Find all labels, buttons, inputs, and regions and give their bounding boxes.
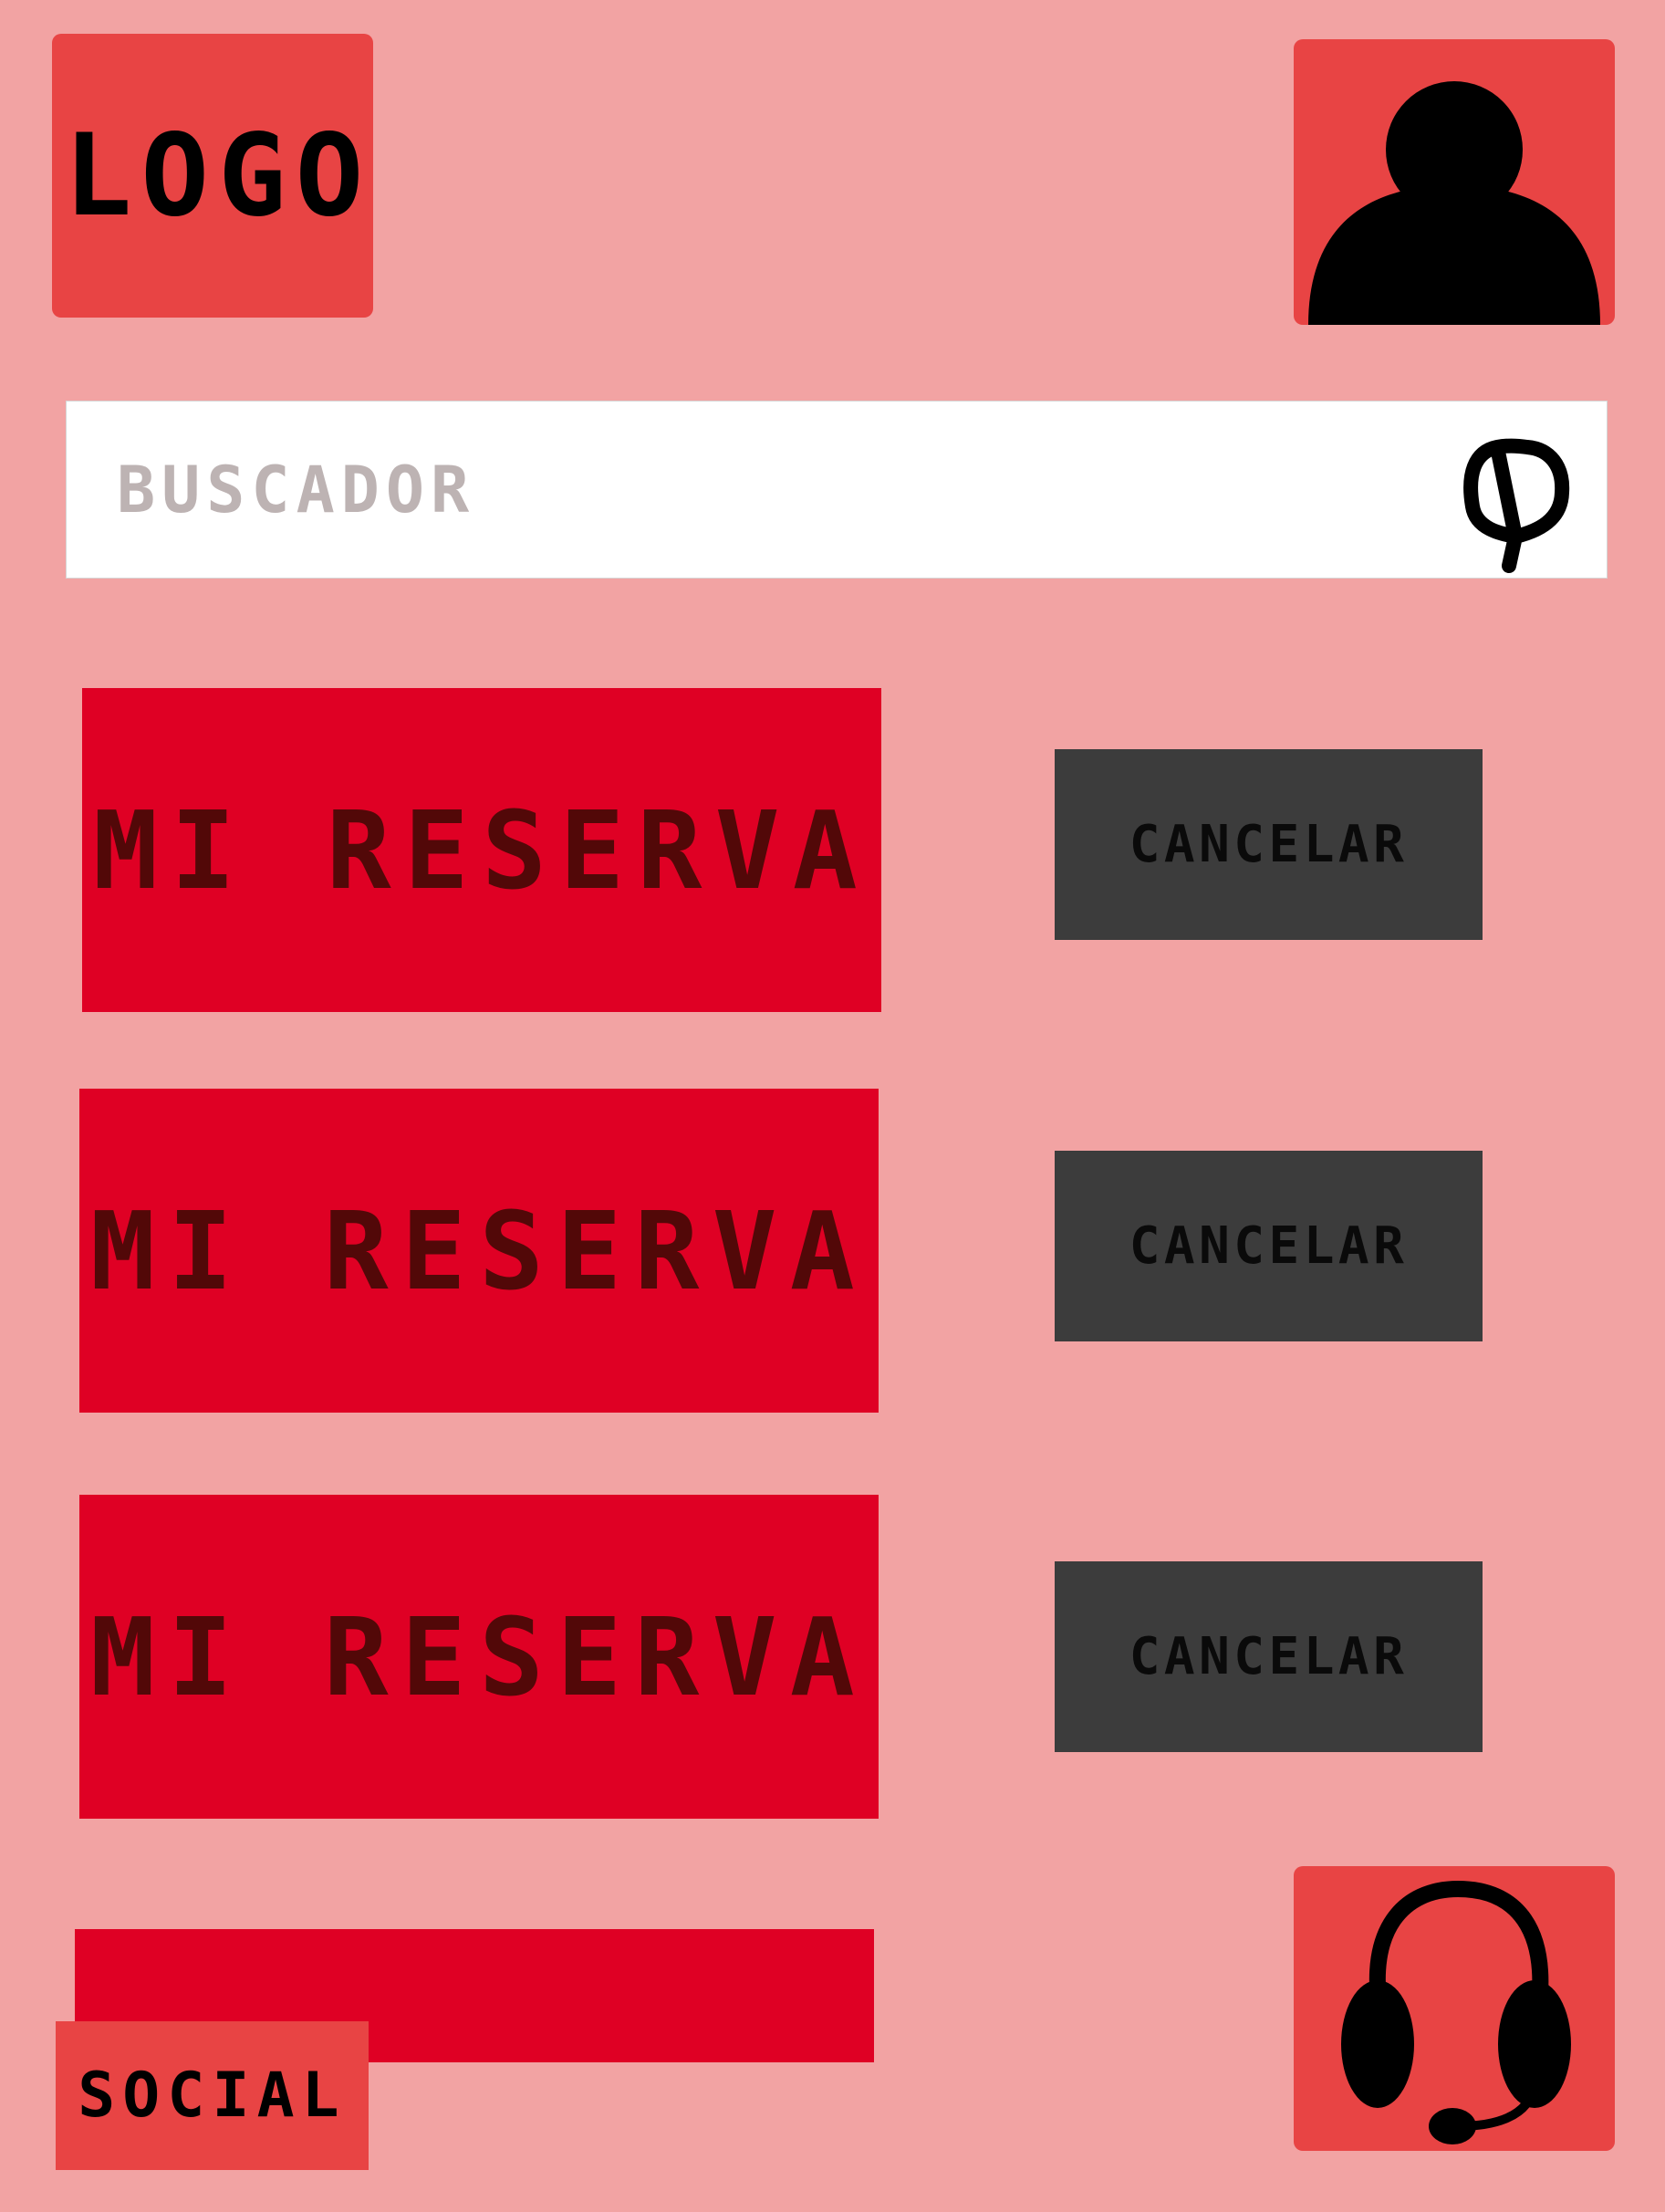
cancel-button-3[interactable]: CANCELAR xyxy=(1055,1561,1483,1752)
cancel-label: CANCELAR xyxy=(1129,815,1409,874)
user-icon xyxy=(1308,81,1600,325)
reservation-label: MI RESERVA xyxy=(89,1187,869,1314)
cancel-label: CANCELAR xyxy=(1129,1627,1409,1686)
cancel-button-2[interactable]: CANCELAR xyxy=(1055,1151,1483,1341)
reservation-item-3[interactable]: MI RESERVA xyxy=(79,1495,879,1819)
reservation-item-2[interactable]: MI RESERVA xyxy=(79,1089,879,1413)
logo[interactable]: LOGO xyxy=(52,34,373,318)
user-avatar-button[interactable] xyxy=(1294,39,1615,325)
cancel-label: CANCELAR xyxy=(1129,1216,1409,1276)
social-label: SOCIAL xyxy=(78,2060,347,2132)
headset-icon xyxy=(1341,1880,1571,2144)
search-input[interactable] xyxy=(117,402,1440,578)
reservation-item-1[interactable]: MI RESERVA xyxy=(82,688,881,1012)
social-button[interactable]: SOCIAL xyxy=(56,2021,369,2170)
cancel-button-1[interactable]: CANCELAR xyxy=(1055,749,1483,940)
reservation-label: MI RESERVA xyxy=(92,787,871,913)
reservation-label: MI RESERVA xyxy=(89,1593,869,1720)
search-icon[interactable] xyxy=(1447,420,1584,575)
logo-text: LOGO xyxy=(63,110,373,242)
search-bar xyxy=(66,401,1608,579)
support-button[interactable] xyxy=(1294,1866,1615,2151)
